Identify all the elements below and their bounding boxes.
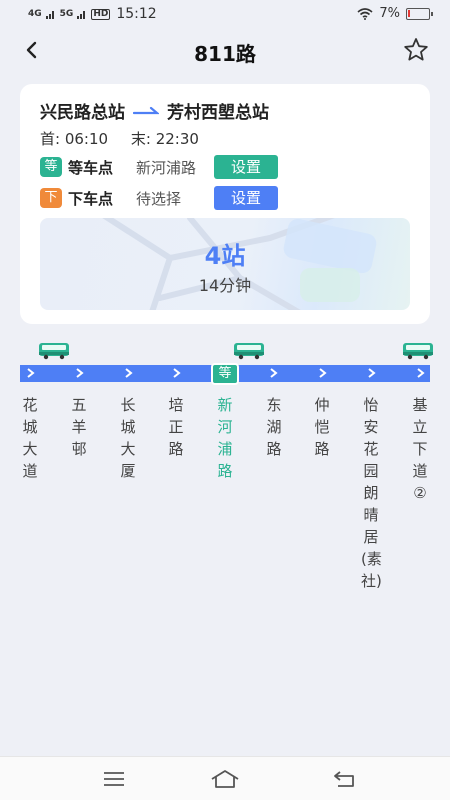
route-line-strip: 等 花城大道 五羊邨 长城大厦 培正路 新河浦路 东湖路 仲恺路 怡安花园朗晴居(素社) 基立下… [0, 336, 450, 636]
wifi-icon [357, 7, 373, 20]
status-bar: 4G 5G HD 15:12 7% [0, 0, 450, 28]
alight-point-row: 下 下车点 待选择 设置 [40, 185, 278, 211]
system-nav-bar [0, 756, 450, 800]
wait-point-value: 新河浦路 [136, 158, 197, 177]
stop-name[interactable]: 仲恺路 [312, 394, 332, 460]
direction-chevron-icon [125, 368, 133, 378]
alight-point-value: 待选择 [136, 189, 182, 208]
direction-chevron-icon [368, 368, 376, 378]
wait-stop-marker[interactable]: 等 [211, 363, 239, 385]
home-icon[interactable] [210, 769, 240, 789]
bus-icon[interactable] [38, 342, 70, 360]
route-origin: 兴民路总站 [40, 103, 125, 123]
stop-name[interactable]: 花城大道 [20, 394, 40, 482]
direction-chevron-icon [76, 368, 84, 378]
star-outline-icon[interactable] [402, 36, 430, 64]
alight-point-label: 下车点 [68, 189, 114, 208]
last-bus-time: 末: 22:30 [131, 130, 199, 148]
stop-name[interactable]: 五羊邨 [69, 394, 89, 460]
battery-percent: 7% [379, 6, 400, 21]
set-alight-point-button[interactable]: 设置 [214, 186, 278, 210]
hd-indicator: HD [91, 8, 111, 20]
wait-badge: 等 [40, 157, 62, 177]
first-bus-value: 06:10 [64, 130, 109, 148]
set-wait-point-button[interactable]: 设置 [214, 155, 278, 179]
last-bus-value: 22:30 [155, 130, 199, 148]
stop-name[interactable]: 新河浦路 [215, 394, 235, 482]
direction-chevron-icon [270, 368, 278, 378]
stops-remaining: 4站 [204, 242, 246, 270]
alight-badge: 下 [40, 188, 62, 208]
wait-point-label: 等车点 [68, 158, 114, 177]
last-bus-label: 末: [130, 130, 151, 148]
menu-icon[interactable] [102, 769, 126, 789]
arrow-right-icon [133, 106, 159, 114]
status-time: 15:12 [116, 6, 157, 22]
return-icon[interactable] [332, 769, 356, 789]
arrival-eta: 14分钟 [198, 276, 252, 295]
first-bus-label: 首: [40, 130, 61, 148]
signal-icon [77, 11, 86, 19]
status-left: 4G 5G HD 15:12 [28, 6, 157, 22]
wait-point-row: 等 等车点 新河浦路 设置 [40, 154, 278, 180]
bus-icon[interactable] [233, 342, 265, 360]
battery-level-fill [408, 9, 410, 17]
stop-name[interactable]: 基立下道② [410, 394, 430, 504]
stop-name[interactable]: 培正路 [166, 394, 186, 460]
nav-bar: 811路 [0, 30, 450, 72]
battery-icon [406, 7, 433, 20]
stop-name[interactable]: 长城大厦 [118, 394, 138, 482]
stop-name[interactable]: 怡安花园朗晴居(素社) [361, 394, 382, 592]
direction-chevron-icon [417, 368, 425, 378]
arrival-map-panel: 4站 14分钟 [40, 218, 410, 310]
first-bus-time: 首: 06:10 [40, 130, 108, 148]
signal-icon [45, 11, 54, 19]
page-title: 811路 [194, 42, 256, 66]
direction-chevron-icon [319, 368, 327, 378]
status-right: 7% [357, 6, 433, 21]
stop-name[interactable]: 东湖路 [264, 394, 284, 460]
direction-chevron-icon [173, 368, 181, 378]
route-info-card: 兴民路总站 芳村西塱总站 首: 06:10 末: 22:30 等 等车点 新河浦… [20, 84, 430, 324]
service-times: 首: 06:10 末: 22:30 [40, 128, 217, 149]
route-direction: 兴民路总站 芳村西塱总站 [40, 98, 269, 123]
direction-chevron-icon [27, 368, 35, 378]
network-5g-indicator: 5G [59, 8, 74, 19]
bus-icon[interactable] [402, 342, 434, 360]
route-destination: 芳村西塱总站 [167, 103, 269, 123]
network-4g-indicator: 4G [28, 8, 42, 19]
